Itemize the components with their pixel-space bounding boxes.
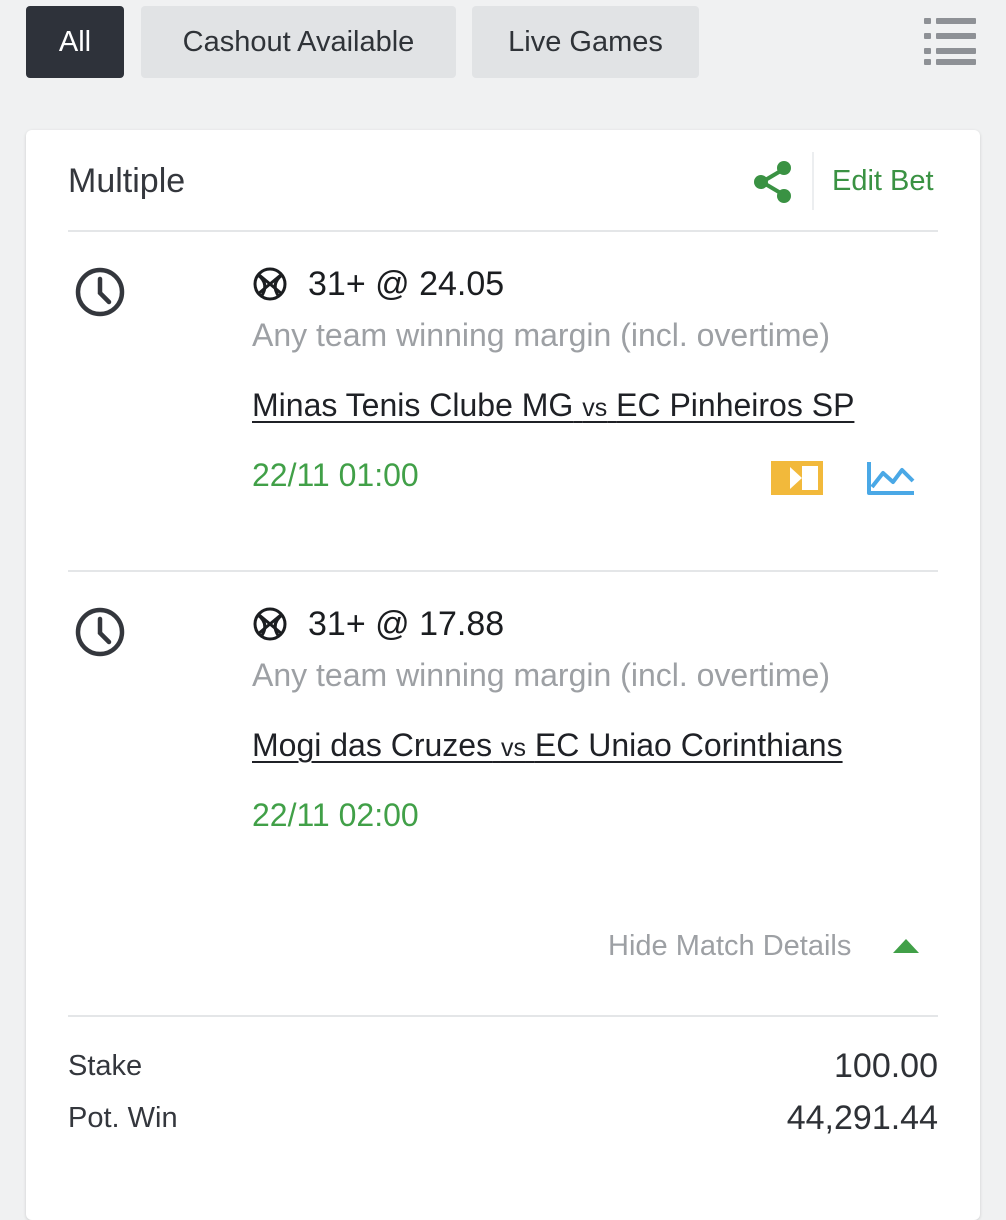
vs-label: vs — [500, 734, 526, 762]
selection-pick: 31+ @ 17.88 — [308, 605, 505, 643]
bet-type-title: Multiple — [68, 162, 186, 200]
pot-win-label: Pot. Win — [68, 1102, 178, 1134]
away-team: EC Pinheiros SP — [616, 387, 855, 423]
kickoff-time: 22/11 02:00 — [252, 797, 419, 833]
filter-cashout-available-button[interactable]: Cashout Available — [141, 6, 456, 78]
kickoff-time: 22/11 01:00 — [252, 457, 419, 493]
list-menu-icon[interactable] — [924, 14, 976, 70]
match-link[interactable]: Minas Tenis Clube MG vs EC Pinheiros SP — [252, 387, 854, 424]
away-team: EC Uniao Corinthians — [534, 727, 843, 763]
hide-match-details-button[interactable]: Hide Match Details — [608, 930, 851, 963]
home-team: Minas Tenis Clube MG — [252, 387, 574, 423]
stats-chart-icon[interactable] — [866, 460, 916, 496]
filter-live-games-button[interactable]: Live Games — [472, 6, 699, 78]
clock-icon — [75, 607, 125, 657]
market-name: Any team winning margin (incl. overtime) — [252, 317, 830, 353]
stake-value: 100.00 — [834, 1047, 938, 1085]
basketball-icon — [253, 607, 287, 641]
header-divider — [812, 152, 814, 210]
divider — [68, 1015, 938, 1017]
filter-bar: All Cashout Available Live Games — [0, 0, 1006, 100]
selection-pick: 31+ @ 24.05 — [308, 265, 505, 303]
caret-up-icon[interactable] — [892, 938, 920, 954]
filter-all-button[interactable]: All — [26, 6, 124, 78]
bet-card: Multiple Edit Bet 31+ @ 24.05 Any team w… — [26, 130, 980, 1220]
pot-win-value: 44,291.44 — [786, 1099, 938, 1137]
stake-label: Stake — [68, 1050, 143, 1082]
live-tv-icon[interactable] — [770, 460, 824, 496]
vs-label: vs — [582, 394, 608, 422]
selection-item: 31+ @ 24.05 Any team winning margin (inc… — [26, 232, 980, 532]
home-team: Mogi das Cruzes — [252, 727, 493, 763]
basketball-icon — [253, 267, 287, 301]
clock-icon — [75, 267, 125, 317]
selection-item: 31+ @ 17.88 Any team winning margin (inc… — [26, 572, 980, 872]
match-link[interactable]: Mogi das Cruzes vs EC Uniao Corinthians — [252, 727, 843, 764]
edit-bet-button[interactable]: Edit Bet — [832, 165, 934, 198]
share-icon[interactable] — [752, 160, 794, 204]
market-name: Any team winning margin (incl. overtime) — [252, 657, 830, 693]
